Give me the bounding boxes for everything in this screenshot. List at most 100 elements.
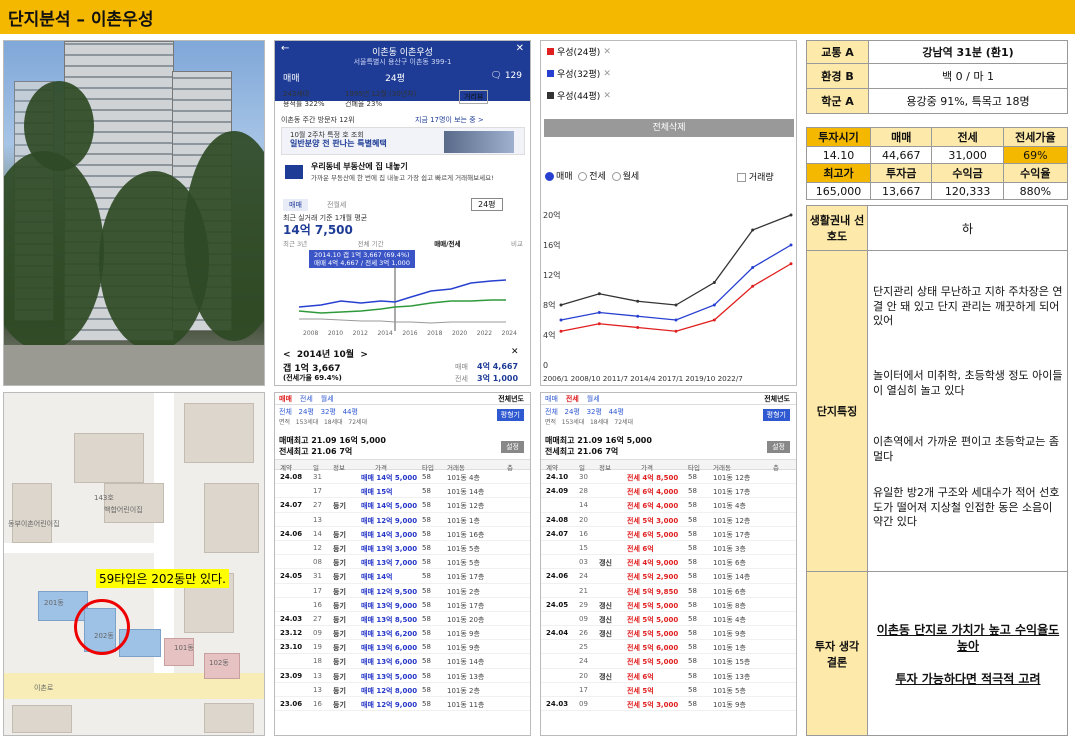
tx-dong: 101동 12층	[713, 474, 751, 482]
tx-day: 15	[579, 543, 588, 552]
table-row[interactable]: 24.09 28 전세 6억 4,000 58 101동 17층	[541, 484, 796, 499]
settings-button[interactable]: 설정	[501, 441, 524, 453]
feature-2: 놀이터에서 미취학, 초등학생 정도 아이들이 열심히 놀고 있다	[873, 369, 1063, 397]
tx-type: 58	[688, 614, 697, 623]
tx-day: 09	[313, 629, 322, 638]
size-selector[interactable]: 24평	[385, 71, 405, 84]
tx-price: 매매 13억 6,000	[361, 644, 418, 653]
settings-button[interactable]: 설정	[767, 441, 790, 453]
radio-monthly[interactable]: 월세	[623, 172, 640, 182]
tx-type: 58	[688, 487, 697, 496]
size-button[interactable]: 평형기	[762, 409, 790, 421]
radio-jeonse[interactable]: 전세	[589, 172, 606, 182]
collapse-icon[interactable]: ✕	[511, 347, 519, 357]
tab-sale[interactable]: 매매	[283, 199, 308, 211]
table-row[interactable]: 23.10 19 등기 매매 13억 6,000 58 101동 9층	[275, 640, 530, 655]
streetview-button[interactable]: 거리뷰	[459, 90, 489, 104]
table-row[interactable]: 20 갱신 전세 6억 58 101동 13층	[541, 669, 796, 683]
table-row[interactable]: 12 등기 매매 13억 3,000 58 101동 5층	[275, 541, 530, 556]
tx-price: 전세 5억 5,000	[627, 630, 679, 639]
table-row[interactable]: 23.12 09 등기 매매 13억 6,200 58 101동 9층	[275, 626, 530, 641]
date-nav[interactable]: < 2014년 10월 >	[283, 347, 368, 360]
size-button[interactable]: 평형기	[496, 409, 524, 421]
size-dropdown[interactable]: 24평	[471, 198, 503, 211]
table-row[interactable]: 24.10 30 전세 4억 8,500 58 101동 12층	[541, 470, 796, 485]
table-row[interactable]: 09 갱신 전세 5억 5,000 58 101동 4층	[541, 612, 796, 627]
remove-icon[interactable]: ✕	[603, 69, 611, 79]
tx-header: 계약 일 정보 가격 타입 거래동 층	[541, 459, 796, 472]
table-row[interactable]: 03 갱신 전세 4억 9,000 58 101동 6층	[541, 555, 796, 570]
visit-link[interactable]: 지금 17명이 보는 중 >	[415, 115, 484, 125]
table-row[interactable]: 13 등기 매매 12억 8,000 58 101동 2층	[275, 683, 530, 697]
period-3y[interactable]: 최근 3년	[283, 238, 307, 248]
ad-banner[interactable]: 10월 2주차 특정 호 조회 일반분양 전 판나는 특별혜택	[281, 127, 525, 155]
tx-type: 58	[422, 515, 431, 524]
size-options[interactable]: 전체 24평 32평 44평	[545, 407, 792, 417]
volume-checkbox[interactable]: 거래량	[737, 170, 774, 183]
tx-tab[interactable]: 매매	[279, 395, 292, 403]
recent-price: 14억 7,500	[283, 223, 353, 237]
table-row[interactable]: 18 등기 매매 13억 6,000 58 101동 14층	[275, 654, 530, 669]
table-row[interactable]: 23.06 16 등기 매매 12억 9,000 58 101동 11층	[275, 697, 530, 712]
table-row[interactable]: 17 등기 매매 12억 9,500 58 101동 2층	[275, 584, 530, 598]
period-all[interactable]: 전체 기간	[358, 238, 384, 248]
max-value: 13,667	[869, 182, 933, 200]
tx-info: 갱신	[599, 630, 612, 639]
radio-sale[interactable]: 매매	[556, 172, 573, 182]
table-row[interactable]: 08 등기 매매 13억 7,000 58 101동 5층	[275, 555, 530, 570]
tx-tab[interactable]: 매매	[545, 395, 558, 403]
tx-tab[interactable]: 전세	[300, 395, 313, 403]
table-row[interactable]: 24.04 26 갱신 전세 5억 5,000 58 101동 9층	[541, 626, 796, 641]
trade-type-tab[interactable]: 매매	[283, 71, 300, 84]
promo-box[interactable]: 우리동네 부동산에 집 내놓기 가까운 부동산에 한 번에 집 내놓고 가장 쉽…	[281, 159, 525, 189]
max-value: 165,000	[806, 182, 871, 200]
table-row[interactable]: 15 전세 6억 58 101동 3층	[541, 541, 796, 556]
promo-text: 가까운 부동산에 한 번에 집 내놓고 가장 쉽고 빠르게 거래해보세요!	[311, 174, 494, 182]
tx-month: 24.06	[546, 572, 569, 581]
tx-day: 09	[579, 700, 588, 708]
table-row[interactable]: 23.09 13 등기 매매 13억 5,000 58 101동 13층	[275, 669, 530, 683]
table-row[interactable]: 25 전세 5억 6,000 58 101동 1층	[541, 640, 796, 655]
table-row[interactable]: 24.05 29 갱신 전세 5억 5,000 58 101동 8층	[541, 598, 796, 612]
remove-icon[interactable]: ✕	[603, 47, 611, 57]
conclusion-2: 투자 가능하다면 적극적 고려	[895, 672, 1041, 686]
table-row[interactable]: 24.03 27 등기 매매 13억 8,500 58 101동 20층	[275, 612, 530, 627]
delete-all-button[interactable]: 전체삭제	[544, 119, 794, 137]
tx-type: 58	[688, 558, 697, 567]
table-row[interactable]: 24.05 31 등기 매매 14억 58 101동 17층	[275, 569, 530, 584]
table-row[interactable]: 24.07 27 등기 매매 14억 5,000 58 101동 12층	[275, 498, 530, 513]
tx-tab[interactable]: 월세	[321, 395, 334, 403]
tx-tab[interactable]: 월세	[587, 395, 600, 403]
table-row[interactable]: 17 전세 5억 58 101동 5층	[541, 683, 796, 697]
tx-tab[interactable]: 전세	[566, 395, 579, 403]
jeonse-label: 전세	[455, 375, 468, 383]
table-row[interactable]: 24.08 31 매매 14억 5,000 58 101동 4층	[275, 470, 530, 485]
remove-icon[interactable]: ✕	[603, 91, 611, 101]
tx-dong: 101동 17층	[713, 530, 751, 539]
table-row[interactable]: 17 매매 15억 58 101동 14층	[275, 484, 530, 499]
table-row[interactable]: 14 전세 6억 4,000 58 101동 4층	[541, 498, 796, 513]
table-row[interactable]: 13 매매 12억 9,000 58 101동 1층	[275, 513, 530, 527]
table-row[interactable]: 24.07 16 전세 6억 5,000 58 101동 17층	[541, 527, 796, 541]
table-row[interactable]: 24.06 24 전세 5억 2,900 58 101동 14층	[541, 569, 796, 584]
year-filter[interactable]: 전체년도	[498, 394, 524, 404]
table-row[interactable]: 24.03 09 전세 5억 3,000 58 101동 9층	[541, 697, 796, 712]
comment-count[interactable]: 🗨 129	[491, 71, 522, 84]
tx-month: 24.05	[280, 572, 303, 581]
table-row[interactable]: 21 전세 5억 9,850 58 101동 6층	[541, 584, 796, 598]
table-row[interactable]: 16 등기 매매 13억 9,000 58 101동 17층	[275, 598, 530, 612]
tx-day: 27	[313, 614, 322, 623]
year-filter[interactable]: 전체년도	[764, 394, 790, 404]
tx-month: 23.10	[280, 643, 303, 652]
size-options[interactable]: 전체 24평 32평 44평	[279, 407, 526, 417]
tx-info: 등기	[333, 701, 346, 709]
table-row[interactable]: 24.08 20 전세 5억 3,000 58 101동 12층	[541, 513, 796, 527]
inv-header: 투자시기	[806, 127, 871, 147]
table-row[interactable]: 24 전세 5억 5,000 58 101동 15층	[541, 654, 796, 669]
period-compare[interactable]: 비교	[511, 238, 523, 248]
tx-day: 24	[579, 657, 588, 666]
tab-rent[interactable]: 전월세	[321, 199, 352, 211]
table-row[interactable]: 24.06 14 등기 매매 14억 3,000 58 101동 16층	[275, 527, 530, 541]
period-salejeonse[interactable]: 매매/전세	[434, 238, 460, 248]
trade-radio-group[interactable]: 매매 전세 월세	[545, 169, 639, 182]
